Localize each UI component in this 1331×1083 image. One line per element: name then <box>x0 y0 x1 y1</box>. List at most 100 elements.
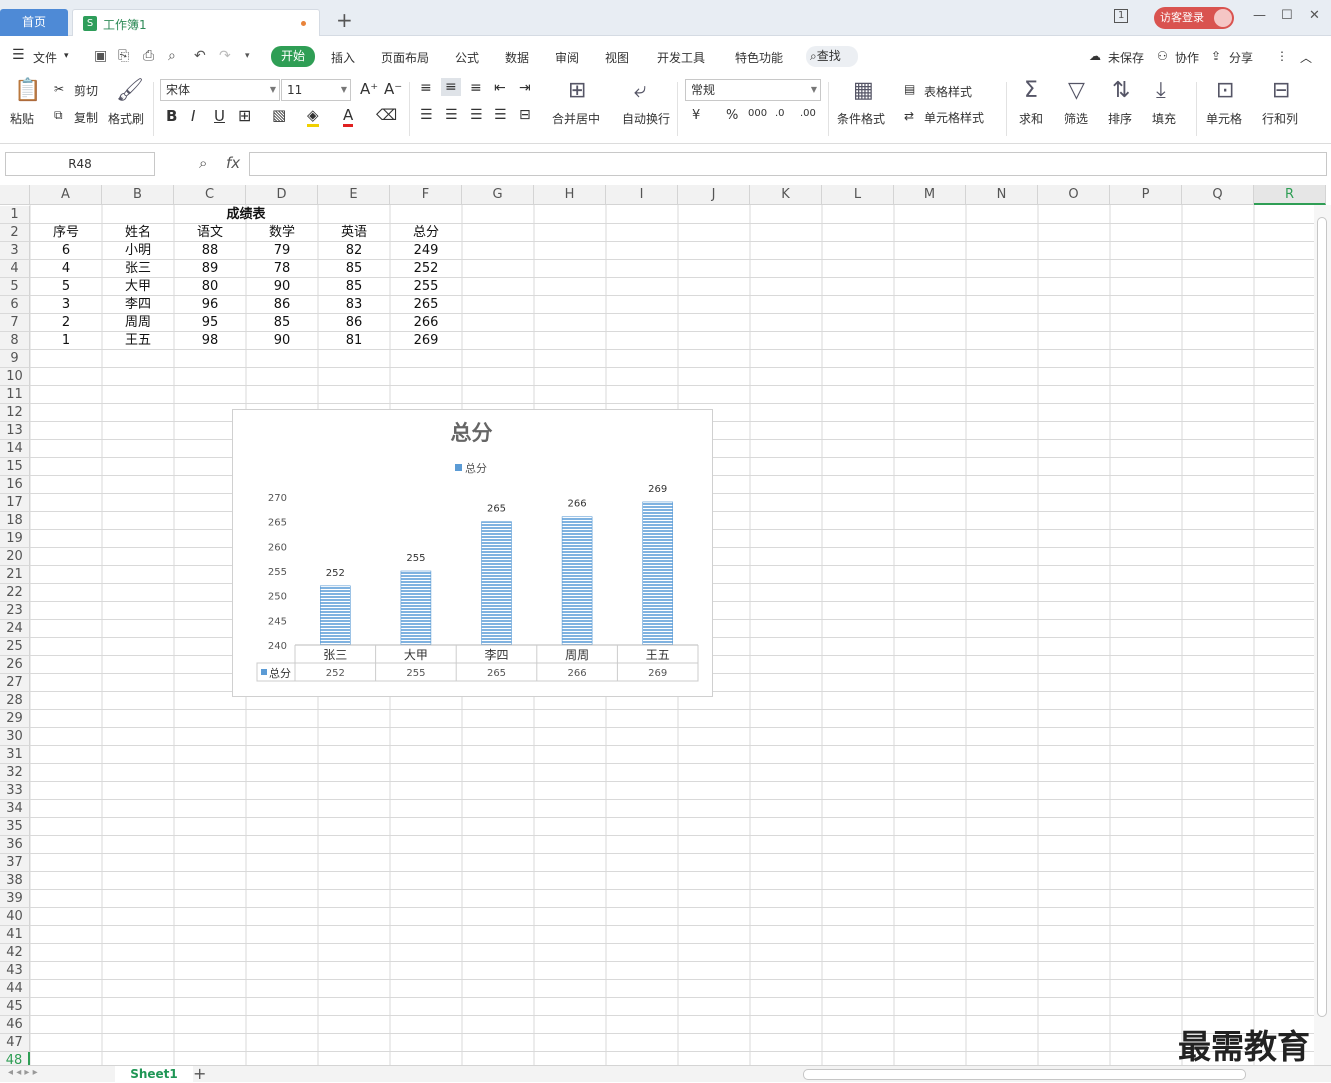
header-cell[interactable]: 数学 <box>246 224 318 242</box>
column-header-l[interactable]: L <box>822 185 894 205</box>
table-cell[interactable]: 81 <box>318 332 390 350</box>
table-cell[interactable]: 78 <box>246 260 318 278</box>
table-cell[interactable]: 79 <box>246 242 318 260</box>
format-painter-icon[interactable]: 🖌 <box>116 78 144 103</box>
row-header-44[interactable]: 44 <box>0 980 30 998</box>
row-header-33[interactable]: 33 <box>0 782 30 800</box>
row-header-10[interactable]: 10 <box>0 368 30 386</box>
copy-icon[interactable]: ⧉ <box>54 108 63 123</box>
row-header-11[interactable]: 11 <box>0 386 30 404</box>
cell-label[interactable]: 单元格 <box>1206 110 1242 127</box>
table-cell[interactable]: 85 <box>246 314 318 332</box>
guest-login-button[interactable]: 访客登录 <box>1154 7 1234 29</box>
column-header-g[interactable]: G <box>462 185 534 205</box>
column-header-o[interactable]: O <box>1038 185 1110 205</box>
number-format-select[interactable]: 常规 ▼ <box>685 79 821 101</box>
align-bottom-icon[interactable]: ≡ <box>470 80 482 96</box>
hamburger-icon[interactable]: ☰ <box>12 47 25 63</box>
zoom-icon[interactable]: ⌕ <box>199 154 207 172</box>
table-cell[interactable]: 269 <box>390 332 462 350</box>
row-col-icon[interactable]: ⊟ <box>1272 78 1290 103</box>
column-header-d[interactable]: D <box>246 185 318 205</box>
table-cell[interactable]: 252 <box>390 260 462 278</box>
menu-insert[interactable]: 插入 <box>331 49 355 66</box>
sort-label[interactable]: 排序 <box>1108 110 1132 127</box>
table-cell[interactable]: 85 <box>318 278 390 296</box>
row-header-30[interactable]: 30 <box>0 728 30 746</box>
row-header-1[interactable]: 1 <box>0 206 30 224</box>
filter-label[interactable]: 筛选 <box>1064 110 1088 127</box>
row-header-22[interactable]: 22 <box>0 584 30 602</box>
row-header-26[interactable]: 26 <box>0 656 30 674</box>
table-cell[interactable]: 小明 <box>102 242 174 260</box>
search-button[interactable]: ⌕查找 <box>806 46 858 67</box>
table-cell[interactable]: 王五 <box>102 332 174 350</box>
column-header-m[interactable]: M <box>894 185 966 205</box>
align-right-icon[interactable]: ☰ <box>470 107 483 123</box>
new-tab-button[interactable]: + <box>336 8 353 32</box>
more-icon[interactable]: ⋮ <box>1276 49 1288 63</box>
chevron-down-icon[interactable]: ▾ <box>64 51 69 61</box>
decrease-indent-icon[interactable]: ⇤ <box>494 80 506 96</box>
column-header-i[interactable]: I <box>606 185 678 205</box>
bold-icon[interactable]: B <box>166 107 177 125</box>
cell-icon[interactable]: ⊡ <box>1216 78 1234 103</box>
cloud-icon[interactable]: ☁ <box>1089 49 1101 63</box>
paste-label[interactable]: 粘贴 <box>10 110 34 127</box>
thousands-icon[interactable]: 000 <box>748 108 767 119</box>
table-cell[interactable]: 88 <box>174 242 246 260</box>
print-preview-icon[interactable]: ⌕ <box>168 48 176 64</box>
increase-indent-icon[interactable]: ⇥ <box>519 80 531 96</box>
column-header-f[interactable]: F <box>390 185 462 205</box>
row-header-20[interactable]: 20 <box>0 548 30 566</box>
column-header-n[interactable]: N <box>966 185 1038 205</box>
table-cell[interactable]: 255 <box>390 278 462 296</box>
row-header-3[interactable]: 3 <box>0 242 30 260</box>
row-header-24[interactable]: 24 <box>0 620 30 638</box>
underline-icon[interactable]: U <box>214 107 225 125</box>
row-header-31[interactable]: 31 <box>0 746 30 764</box>
cut-icon[interactable]: ✂ <box>54 82 64 96</box>
chart-bar[interactable] <box>400 570 432 646</box>
menu-file[interactable]: 文件 <box>33 49 57 66</box>
table-cell[interactable]: 1 <box>30 332 102 350</box>
unsaved-label[interactable]: 未保存 <box>1108 49 1144 66</box>
row-header-29[interactable]: 29 <box>0 710 30 728</box>
distributed-icon[interactable]: ⊟ <box>519 107 531 123</box>
align-center-icon[interactable]: ☰ <box>445 107 458 123</box>
clear-format-icon[interactable]: ⌫ <box>376 106 397 124</box>
menu-start[interactable]: 开始 <box>271 46 315 67</box>
horizontal-scrollbar-thumb[interactable] <box>803 1069 1246 1080</box>
chart-bar[interactable] <box>481 521 512 646</box>
select-all-corner[interactable] <box>0 185 30 205</box>
chart[interactable]: 总分 总分 240 245 250 255 260 265 270 252 255 265 266 269… <box>232 409 713 697</box>
sum-label[interactable]: 求和 <box>1019 110 1043 127</box>
table-cell[interactable]: 265 <box>390 296 462 314</box>
row-header-47[interactable]: 47 <box>0 1034 30 1052</box>
row-header-16[interactable]: 16 <box>0 476 30 494</box>
row-header-32[interactable]: 32 <box>0 764 30 782</box>
collab-label[interactable]: 协作 <box>1175 49 1199 66</box>
share-label[interactable]: 分享 <box>1229 49 1253 66</box>
table-cell[interactable]: 86 <box>246 296 318 314</box>
table-cell[interactable]: 4 <box>30 260 102 278</box>
row-header-5[interactable]: 5 <box>0 278 30 296</box>
header-cell[interactable]: 序号 <box>30 224 102 242</box>
table-cell[interactable]: 86 <box>318 314 390 332</box>
menu-review[interactable]: 审阅 <box>555 49 579 66</box>
table-cell[interactable]: 张三 <box>102 260 174 278</box>
table-cell[interactable]: 90 <box>246 332 318 350</box>
row-header-37[interactable]: 37 <box>0 854 30 872</box>
currency-icon[interactable]: ¥ <box>692 108 700 123</box>
conditional-format-label[interactable]: 条件格式 <box>837 110 885 127</box>
cell-fill-pattern-icon[interactable]: ▧ <box>272 106 286 124</box>
table-cell[interactable]: 李四 <box>102 296 174 314</box>
table-cell[interactable]: 周周 <box>102 314 174 332</box>
row-header-17[interactable]: 17 <box>0 494 30 512</box>
column-header-e[interactable]: E <box>318 185 390 205</box>
collapse-ribbon-icon[interactable]: ︿ <box>1300 49 1312 66</box>
justify-icon[interactable]: ☰ <box>494 107 507 123</box>
header-cell[interactable]: 总分 <box>390 224 462 242</box>
formula-input[interactable] <box>249 152 1327 176</box>
row-header-19[interactable]: 19 <box>0 530 30 548</box>
